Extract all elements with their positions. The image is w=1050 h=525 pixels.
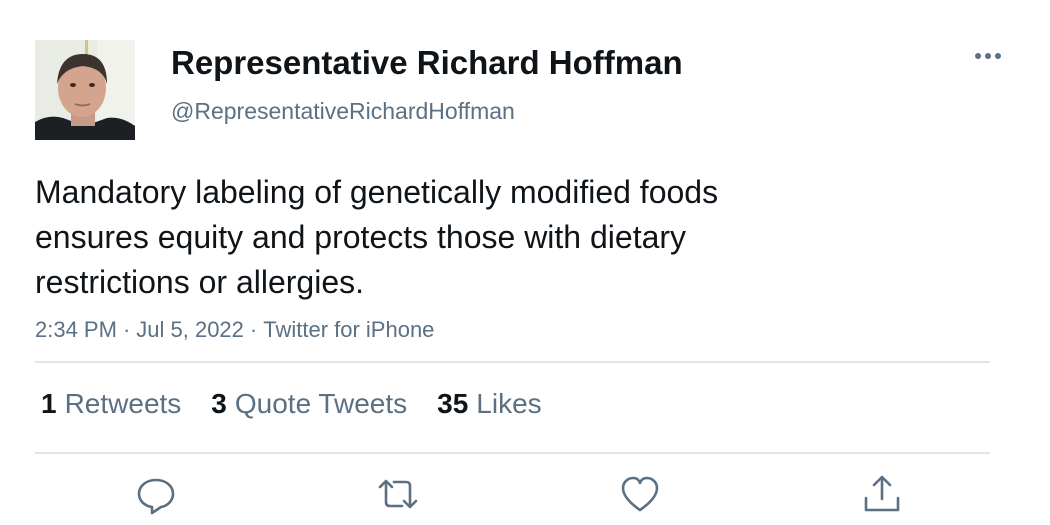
tweet-source[interactable]: Twitter for iPhone	[263, 317, 434, 342]
meta-separator: ·	[122, 317, 131, 342]
quote-tweets-label: Quote Tweets	[234, 388, 408, 419]
display-name[interactable]: Representative Richard Hoffman	[171, 42, 683, 84]
retweet-button[interactable]	[376, 470, 420, 518]
share-icon	[864, 475, 900, 512]
meta-separator: ·	[249, 317, 258, 342]
user-handle[interactable]: @RepresentativeRichardHoffman	[171, 96, 515, 126]
retweets-count: 1	[41, 388, 57, 419]
retweets-stat[interactable]: 1 Retweets	[41, 386, 181, 422]
divider	[35, 452, 990, 454]
engagement-stats: 1 Retweets 3 Quote Tweets 35 Likes	[41, 386, 542, 422]
tweet-card: Representative Richard Hoffman @Represen…	[0, 0, 1050, 525]
tweet-text: Mandatory labeling of genetically modifi…	[35, 174, 719, 300]
likes-stat[interactable]: 35 Likes	[437, 386, 542, 422]
likes-label: Likes	[476, 388, 542, 419]
retweets-label: Retweets	[64, 388, 182, 419]
avatar-image	[35, 40, 135, 140]
retweet-icon	[378, 479, 418, 509]
more-horizontal-icon	[975, 53, 1001, 59]
quote-tweets-stat[interactable]: 3 Quote Tweets	[211, 386, 407, 422]
tweet-time[interactable]: 2:34 PM	[35, 317, 117, 342]
tweet-date[interactable]: Jul 5, 2022	[136, 317, 244, 342]
reply-button[interactable]	[134, 470, 178, 518]
action-bar	[0, 470, 1050, 520]
heart-icon	[621, 476, 659, 512]
reply-icon	[137, 478, 175, 515]
more-button[interactable]	[968, 40, 1008, 72]
divider	[35, 361, 990, 363]
tweet-meta: 2:34 PM · Jul 5, 2022 · Twitter for iPhone	[35, 315, 434, 345]
likes-count: 35	[437, 388, 469, 419]
share-button[interactable]	[860, 470, 904, 518]
like-button[interactable]	[618, 470, 662, 518]
avatar[interactable]	[35, 40, 135, 140]
quote-tweets-count: 3	[211, 388, 227, 419]
